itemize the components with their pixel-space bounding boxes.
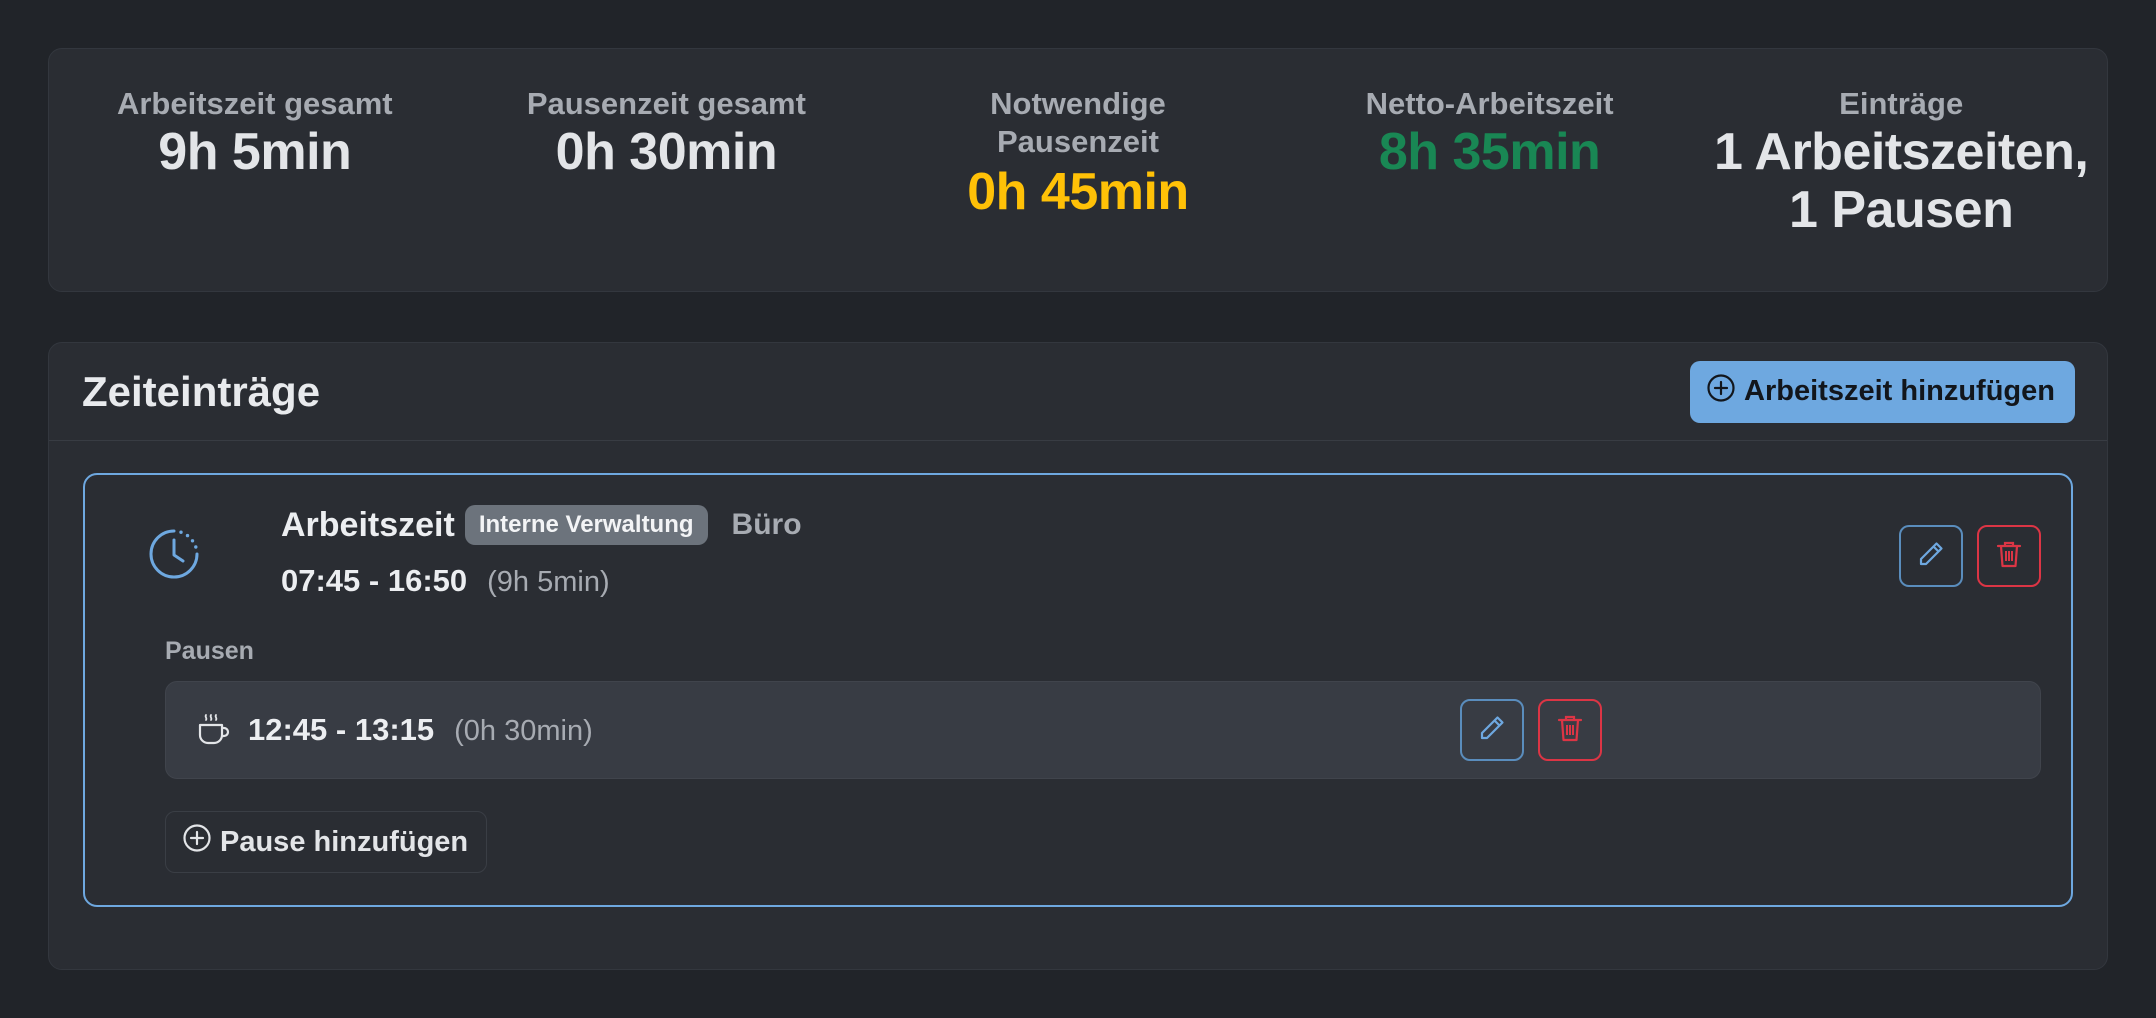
clock-icon bbox=[147, 527, 201, 581]
breaks-label: Pausen bbox=[165, 637, 254, 665]
add-work-time-label: Arbeitszeit hinzufügen bbox=[1744, 375, 2055, 407]
stat-total-break: Pausenzeit gesamt 0h 30min bbox=[461, 49, 873, 291]
stat-label: Einträge bbox=[1839, 86, 1964, 121]
delete-break-button[interactable] bbox=[1538, 699, 1602, 761]
stat-label: Netto-Arbeitszeit bbox=[1365, 86, 1614, 121]
stat-value: 8h 35min bbox=[1378, 123, 1601, 181]
entry-time-range: 07:45 - 16:50 bbox=[281, 563, 468, 598]
stat-value-line2: 1 Pausen bbox=[1789, 181, 2014, 239]
stat-entries: Einträge 1 Arbeitszeiten, 1 Pausen bbox=[1695, 49, 2107, 291]
entry-time-row: 07:45 - 16:50 (9h 5min) bbox=[281, 563, 610, 599]
break-actions bbox=[1460, 699, 1602, 761]
plus-circle-icon bbox=[1706, 373, 1736, 411]
delete-entry-button[interactable] bbox=[1977, 525, 2041, 587]
break-item: 12:45 - 13:15 (0h 30min) bbox=[165, 681, 2041, 779]
stat-value: 0h 30min bbox=[555, 123, 778, 181]
stat-total-work: Arbeitszeit gesamt 9h 5min bbox=[49, 49, 461, 291]
entry-actions bbox=[1899, 525, 2041, 587]
stat-value: 9h 5min bbox=[158, 123, 352, 181]
entry-location: Büro bbox=[731, 508, 802, 541]
add-work-time-button[interactable]: Arbeitszeit hinzufügen bbox=[1690, 360, 2075, 423]
page-title: Zeiteinträge bbox=[82, 367, 321, 415]
category-badge: Interne Verwaltung bbox=[464, 505, 708, 545]
coffee-cup-icon bbox=[196, 712, 230, 748]
stat-label-line1: Notwendige bbox=[990, 86, 1166, 121]
entry-type: Arbeitszeit bbox=[281, 505, 455, 544]
stat-value: 0h 45min bbox=[967, 163, 1189, 221]
edit-break-button[interactable] bbox=[1460, 699, 1524, 761]
add-break-button[interactable]: Pause hinzufügen bbox=[165, 811, 488, 873]
pencil-icon bbox=[1916, 539, 1946, 574]
plus-circle-icon bbox=[182, 823, 212, 861]
edit-entry-button[interactable] bbox=[1899, 525, 1963, 587]
stat-label: Arbeitszeit gesamt bbox=[116, 86, 393, 121]
trash-icon bbox=[1556, 713, 1584, 748]
add-break-label: Pause hinzufügen bbox=[220, 825, 469, 858]
stat-required-break: Notwendige Pausenzeit 0h 45min bbox=[872, 49, 1284, 291]
break-duration: (0h 30min) bbox=[454, 715, 593, 747]
stat-value-line1: 1 Arbeitszeiten, bbox=[1713, 123, 2089, 181]
stat-label-line2: Pausenzeit bbox=[997, 124, 1159, 159]
work-entry: Arbeitszeit Interne Verwaltung Büro 07:4… bbox=[83, 473, 2073, 907]
entry-duration: (9h 5min) bbox=[487, 566, 610, 598]
break-time-range: 12:45 - 13:15 bbox=[248, 712, 435, 747]
time-entries-card: Zeiteinträge Arbeitszeit hinzufügen Arbe… bbox=[48, 342, 2108, 970]
break-time-row: 12:45 - 13:15 (0h 30min) bbox=[248, 712, 593, 748]
summary-card: Arbeitszeit gesamt 9h 5min Pausenzeit ge… bbox=[48, 48, 2108, 292]
trash-icon bbox=[1995, 539, 2023, 574]
stat-label: Pausenzeit gesamt bbox=[526, 86, 806, 121]
time-entries-header: Zeiteinträge Arbeitszeit hinzufügen bbox=[49, 343, 2107, 441]
pencil-icon bbox=[1477, 713, 1507, 748]
entry-title-row: Arbeitszeit Interne Verwaltung Büro bbox=[281, 505, 802, 545]
stat-net-work: Netto-Arbeitszeit 8h 35min bbox=[1284, 49, 1696, 291]
